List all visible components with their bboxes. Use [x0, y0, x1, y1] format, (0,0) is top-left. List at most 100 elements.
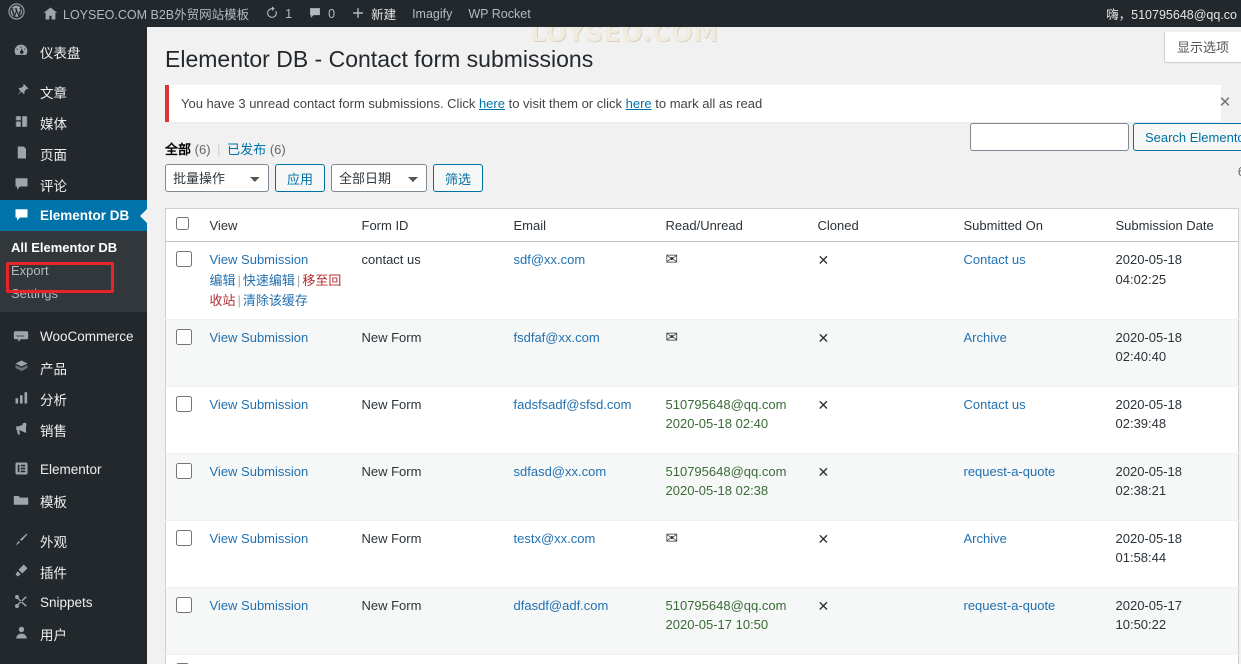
column-header-read-unread[interactable]: Read/Unread	[655, 208, 808, 242]
sidebar-item-media[interactable]: 媒体	[0, 107, 147, 138]
submitter-email-link[interactable]: fadsfsadf@sfsd.com	[514, 397, 632, 412]
sidebar-item-elementor-db[interactable]: Elementor DB	[0, 200, 148, 231]
view-submission-link[interactable]: View Submission	[210, 330, 309, 345]
sidebar-item-pages[interactable]: 页面	[0, 138, 147, 169]
submitted-on-link[interactable]: Contact us	[964, 252, 1026, 267]
sidebar-item-elementor[interactable]: Elementor	[0, 454, 147, 485]
column-footer-view[interactable]: View	[199, 653, 352, 664]
my-account-menu[interactable]: 嗨，510795648@qq.co	[1106, 4, 1241, 23]
column-footer-form-id[interactable]: Form ID	[351, 653, 504, 664]
column-footer-read-unread[interactable]: Read/Unread	[655, 653, 808, 664]
imagify-menu[interactable]: Imagify	[404, 0, 460, 27]
sidebar-item-users[interactable]: 用户	[0, 618, 147, 649]
sidebar-item-posts[interactable]: 文章	[0, 76, 147, 107]
scissors-icon	[11, 594, 31, 611]
view-submission-link[interactable]: View Submission	[210, 397, 309, 412]
submitted-on-link[interactable]: request-a-quote	[964, 464, 1056, 479]
column-footer-submitted-on[interactable]: Submitted On	[953, 653, 1106, 664]
new-content-menu[interactable]: 新建	[343, 0, 404, 27]
submitted-on-link[interactable]: Contact us	[964, 397, 1026, 412]
comments-indicator[interactable]: 0	[300, 0, 343, 27]
date-filter-select[interactable]: 全部日期	[331, 164, 428, 192]
view-submission-link[interactable]: View Submission	[210, 598, 309, 613]
search-submit-button[interactable]: Search Elementor D	[1132, 123, 1241, 151]
sidebar-item-snippets[interactable]: Snippets	[0, 587, 147, 618]
submitted-on-link[interactable]: Archive	[964, 330, 1007, 345]
row-checkbox[interactable]	[176, 251, 192, 267]
menu-spacer-1	[0, 67, 147, 76]
submenu-item-all-elementor-db[interactable]: All Elementor DB	[0, 236, 147, 259]
cell-form-id: New Form	[351, 386, 504, 454]
sidebar-item-analytics[interactable]: 分析	[0, 383, 147, 414]
megaphone-icon	[11, 421, 31, 438]
submitted-on-link[interactable]: request-a-quote	[964, 598, 1056, 613]
column-header-cloned[interactable]: Cloned	[807, 208, 954, 242]
row-select-cell	[165, 453, 200, 521]
view-submission-link[interactable]: View Submission	[210, 531, 309, 546]
column-header-submitted-on[interactable]: Submitted On	[953, 208, 1106, 242]
filter-link-published[interactable]: 已发布	[227, 142, 266, 157]
column-header-form-id[interactable]: Form ID	[351, 208, 504, 242]
filter-button[interactable]: 筛选	[433, 164, 484, 192]
sidebar-item-templates[interactable]: 模板	[0, 485, 147, 516]
comments-count: 0	[328, 6, 336, 21]
row-checkbox[interactable]	[176, 529, 192, 546]
table-row: View Submission New Form sdfasd@xx.com 5107…	[165, 453, 1239, 521]
submitter-email-link[interactable]: sdfasd@xx.com	[514, 464, 607, 479]
view-submission-link[interactable]: View Submission	[210, 464, 309, 479]
submitter-email-link[interactable]: sdf@xx.com	[514, 252, 586, 267]
column-header-view[interactable]: View	[199, 208, 352, 242]
sidebar-item-comments[interactable]: 评论	[0, 169, 147, 200]
home-icon	[43, 6, 58, 21]
column-footer-email[interactable]: Email	[503, 653, 656, 664]
column-footer-cloned[interactable]: Cloned	[807, 653, 954, 664]
cell-read-unread: 510795648@qq.com 2020-05-18 02:40	[655, 386, 808, 454]
wp-rocket-menu[interactable]: WP Rocket	[460, 0, 538, 27]
submitter-email-link[interactable]: testx@xx.com	[514, 531, 596, 546]
sidebar-item-appearance[interactable]: 外观	[0, 525, 147, 556]
cloned-cross-icon: ✕	[817, 252, 830, 268]
submitter-email-link[interactable]: fsdfaf@xx.com	[514, 330, 600, 345]
sidebar-item-woocommerce[interactable]: woo WooCommerce	[0, 321, 147, 352]
screen-options-button[interactable]: 显示选项	[1163, 32, 1241, 63]
wordpress-logo-icon[interactable]	[0, 2, 35, 25]
sidebar-item-marketing[interactable]: 销售	[0, 414, 147, 445]
menu-spacer-4	[0, 516, 147, 525]
column-header-submission-date[interactable]: Submission Date	[1105, 208, 1239, 242]
submenu-item-export[interactable]: Export	[0, 259, 147, 282]
sidebar-item-plugins[interactable]: 插件	[0, 556, 147, 587]
row-action-clear-cache[interactable]: 清除该缓存	[243, 293, 308, 308]
submitter-email-link[interactable]: dfasdf@adf.com	[514, 598, 609, 613]
row-action-edit[interactable]: 编辑	[210, 273, 236, 288]
site-home-link[interactable]: LOYSEO.COM B2B外贸网站模板	[35, 0, 257, 27]
row-checkbox[interactable]	[176, 395, 192, 412]
submitted-on-link[interactable]: Archive	[964, 531, 1007, 546]
bulk-action-select[interactable]: 批量操作	[165, 164, 269, 192]
select-all-header	[165, 208, 200, 242]
filter-link-all[interactable]: 全部	[165, 142, 191, 157]
pages-icon	[11, 145, 31, 162]
row-checkbox[interactable]	[176, 596, 192, 613]
sidebar-item-products[interactable]: 产品	[0, 352, 147, 383]
cloned-cross-icon: ✕	[817, 463, 830, 480]
row-action-quick-edit[interactable]: 快速编辑	[243, 273, 295, 288]
row-checkbox[interactable]	[176, 328, 192, 345]
sidebar-item-dashboard[interactable]: 仪表盘	[0, 36, 147, 67]
comment-bubble-icon	[308, 6, 323, 21]
notice-markread-link[interactable]: here	[626, 96, 652, 111]
cell-form-id: New Form	[351, 319, 504, 387]
submenu-item-settings[interactable]: Settings	[0, 282, 147, 305]
notice-visit-link[interactable]: here	[479, 96, 505, 111]
view-submission-link[interactable]: View Submission	[210, 252, 309, 267]
updates-indicator[interactable]: 1	[257, 0, 300, 27]
column-header-email[interactable]: Email	[503, 208, 656, 242]
select-all-checkbox-top[interactable]	[176, 217, 189, 230]
close-icon[interactable]: ✕	[1215, 93, 1235, 113]
cell-email: fadsfsadf@sfsd.com	[503, 386, 656, 454]
search-input[interactable]	[969, 123, 1129, 151]
row-checkbox[interactable]	[176, 462, 192, 479]
apply-bulk-action-button[interactable]: 应用	[275, 164, 326, 192]
read-at-date: 2020-05-18 02:38	[665, 483, 769, 499]
cell-form-id: New Form	[351, 453, 504, 521]
column-footer-submission-date[interactable]: Submission Date	[1105, 653, 1239, 664]
